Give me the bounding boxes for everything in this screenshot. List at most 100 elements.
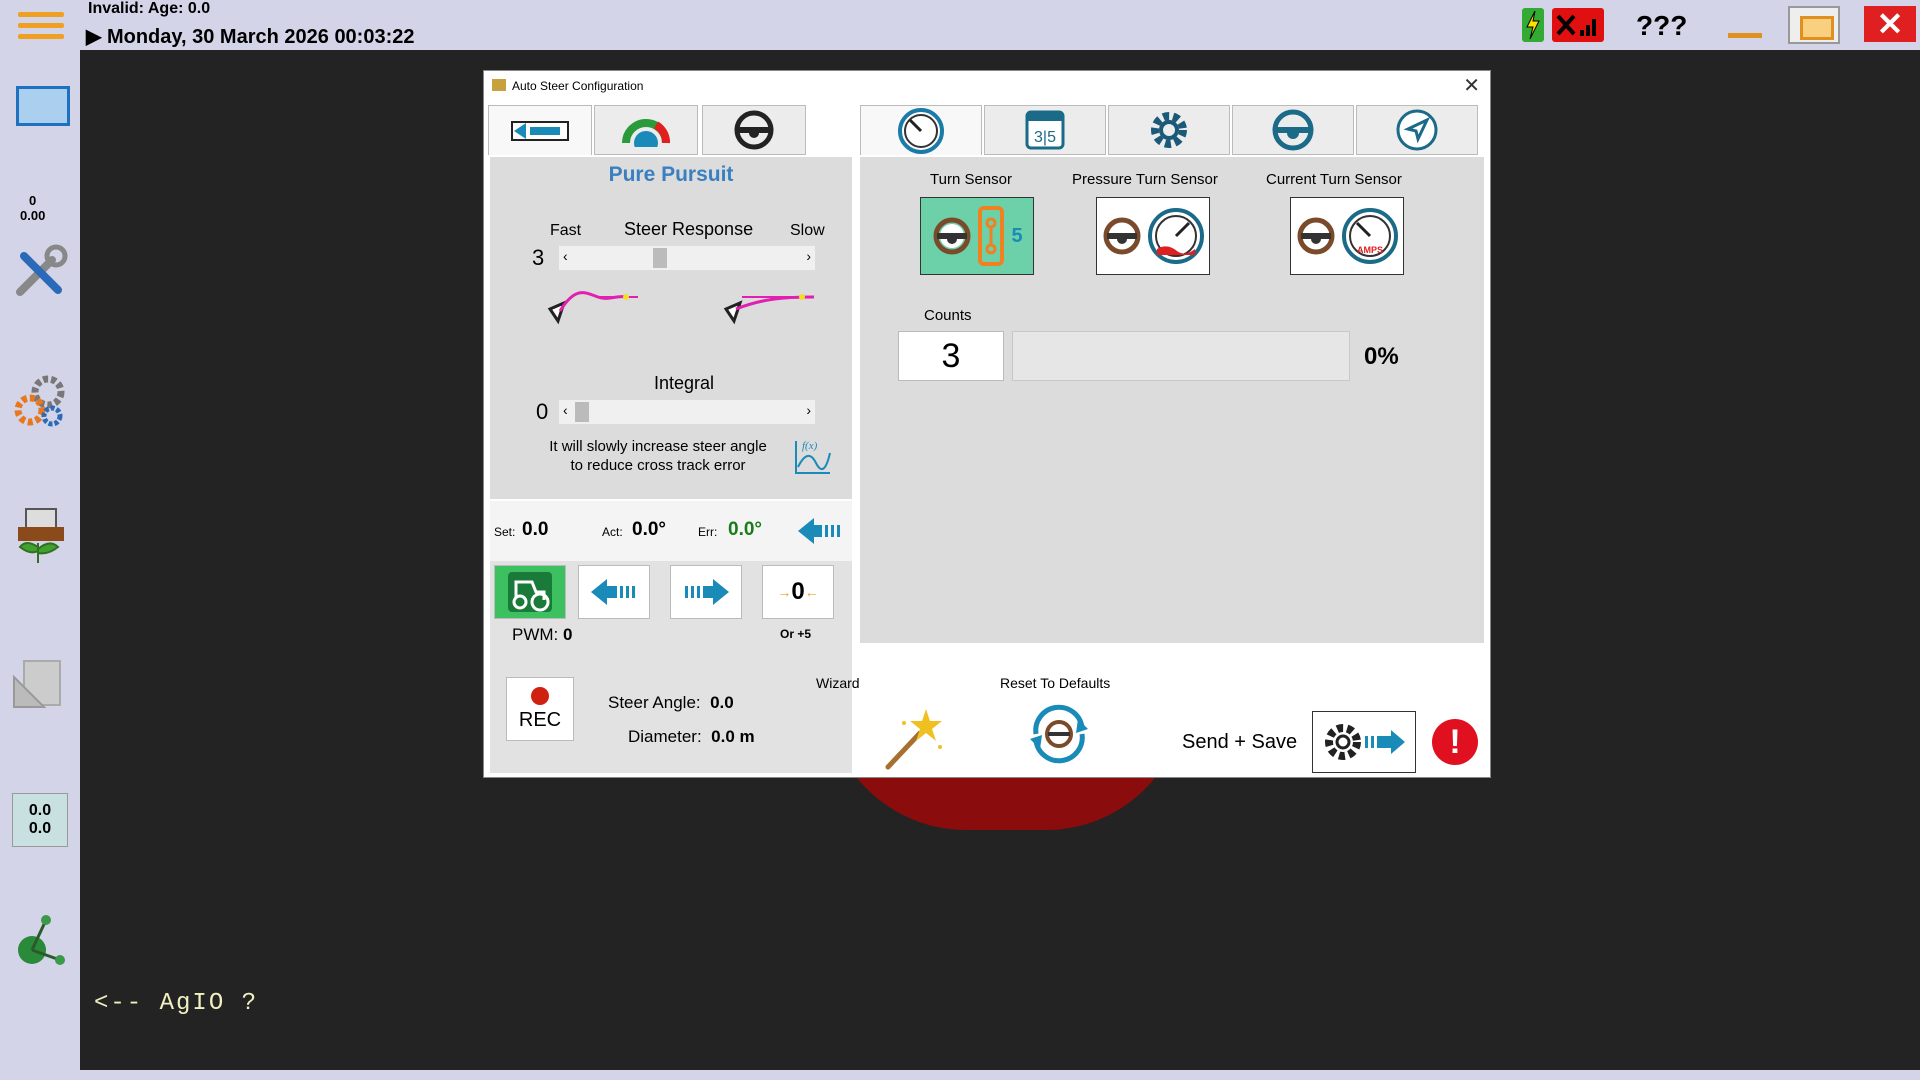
pwm-value: 0 [563,625,573,644]
display-icon[interactable] [10,80,70,140]
turn-sensor-toggle[interactable]: 5 [920,197,1034,275]
coordinates-readout[interactable]: 0.0 0.0 [12,793,68,847]
current-gauge-icon: AMPS [1342,208,1398,264]
slider-right-arrow[interactable]: › [806,248,811,264]
navigation-arrow-icon [1396,109,1438,151]
fast-label: Fast [550,222,582,239]
agio-network-icon[interactable] [10,912,70,972]
arrow-left-icon [591,579,635,605]
integral-label: Integral [654,373,715,393]
zero-value: 0 [791,578,805,605]
err-value: 0.0° [728,519,763,540]
arrow-right-icon [685,579,729,605]
steering-wheel-icon [1103,217,1141,255]
record-dot-icon [531,686,549,705]
dialog-title: Auto Steer Configuration [512,79,644,93]
signal-status-icon[interactable] [1552,8,1604,42]
dialog-app-icon [492,79,506,91]
turn-sensor-badge: 5 [1011,224,1023,247]
wizard-wand-icon[interactable] [882,705,948,771]
act-label: Act: [602,525,623,539]
slider-left-arrow[interactable]: ‹ [563,248,568,264]
diameter-value: 0.0 m [711,727,755,746]
counts-value[interactable]: 3 [898,331,1004,381]
integral-slider[interactable]: ‹ › [558,399,816,425]
speedometer-icon [898,107,944,154]
pure-pursuit-title: Pure Pursuit [608,163,734,186]
send-save-label: Send + Save [1182,731,1298,753]
agio-status-text: <-- AgIO ? [94,990,259,1017]
unknown-status-text[interactable]: ??? [1636,10,1687,42]
sidebar-readout: 0 0.00 [20,193,45,223]
date-time-display[interactable]: ▶ Monday, 30 March 2026 00:03:22 [86,24,415,49]
steer-angles-row: Set: 0.0 Act: 0.0° Err: 0.0° [490,501,852,561]
slider-thumb[interactable] [653,248,668,268]
current-turn-sensor-toggle[interactable]: AMPS [1290,197,1404,275]
tab-steer-chart[interactable] [488,105,592,155]
power-status-icon[interactable] [1522,8,1544,42]
gear-send-icon [1325,724,1405,760]
tab-calibration[interactable]: 3|5 [984,105,1106,155]
tab-settings[interactable] [1108,105,1230,155]
counts-progress-bar [1012,331,1350,381]
set-value: 0.0 [522,519,549,540]
warning-icon[interactable]: ! [1432,719,1478,765]
reset-defaults-label: Reset To Defaults [1000,675,1111,691]
slider-thumb[interactable] [575,402,589,422]
steer-angle-value: 0.0 [710,693,734,712]
settings-gears-icon[interactable] [10,372,70,432]
zero-steer-button[interactable]: → 0 ← [762,565,834,619]
function-graph-icon: f(x) [795,440,831,474]
field-tools-icon[interactable] [10,505,70,565]
sidebar-num-bottom: 0.00 [20,208,46,223]
maximize-button[interactable] [1788,6,1840,44]
tab-steering-wheel[interactable] [702,105,806,155]
steer-angle-readout: Steer Angle: 0.0 [608,693,734,713]
steer-response-label: Steer Response [624,219,754,239]
steer-chart-icon [511,120,569,141]
tab-gain[interactable] [594,105,698,155]
diameter-readout: Diameter: 0.0 m [628,727,755,747]
err-label: Err: [698,525,718,539]
counts-label: Counts [924,307,972,324]
minimize-button[interactable] [1726,8,1764,42]
auto-steer-config-dialog: Auto Steer Configuration ✕ 3|5 Pure Purs… [483,70,1491,778]
pressure-turn-sensor-toggle[interactable] [1096,197,1210,275]
slider-right-arrow[interactable]: › [806,402,811,418]
turn-sensor-label: Turn Sensor [930,171,1012,188]
tab-steering-setup[interactable] [1232,105,1354,155]
hamburger-menu-icon[interactable] [18,12,64,40]
svg-text:f(x): f(x) [802,440,818,452]
calibration-icon: 3|5 [1025,110,1065,150]
diameter-label: Diameter: [628,727,702,746]
steer-right-button[interactable] [670,565,742,619]
steering-wheel-icon [1297,217,1335,255]
pressure-gauge-icon [1148,208,1204,264]
sidebar-num-top: 0 [29,193,37,208]
tools-icon[interactable] [10,242,70,302]
slider-left-arrow[interactable]: ‹ [563,402,568,418]
steering-wheel-icon [734,110,774,150]
turn-sensor-panel: Turn Sensor Pressure Turn Sensor Current… [860,157,1484,643]
engage-tractor-button[interactable] [494,565,566,619]
record-button[interactable]: REC [506,677,574,741]
tractor-icon [508,572,552,612]
act-value: 0.0° [632,519,667,540]
steer-response-slider[interactable]: ‹ › [558,245,816,271]
reset-defaults-icon[interactable] [1026,701,1092,767]
fast-response-icon [547,291,638,325]
zero-arrow-out-icon: ← [804,584,819,600]
counts-percent: 0% [1364,343,1399,370]
ruler-icon[interactable] [10,655,70,715]
steer-response-value: 3 [532,245,545,270]
or-plus5-label: Or +5 [780,627,812,641]
close-app-button[interactable]: ✕ [1864,6,1916,42]
tab-turn-sensor[interactable] [860,105,982,155]
tab-navigation[interactable] [1356,105,1478,155]
manual-steer-panel: PWM: 0 → 0 ← Or +5 REC Steer Angle: 0.0 … [490,561,852,773]
steer-left-button[interactable] [578,565,650,619]
pwm-label: PWM: [512,625,559,644]
date-time-text: Monday, 30 March 2026 00:03:22 [106,26,415,48]
dialog-close-button[interactable]: ✕ [1463,73,1480,98]
send-save-button[interactable] [1312,711,1416,773]
